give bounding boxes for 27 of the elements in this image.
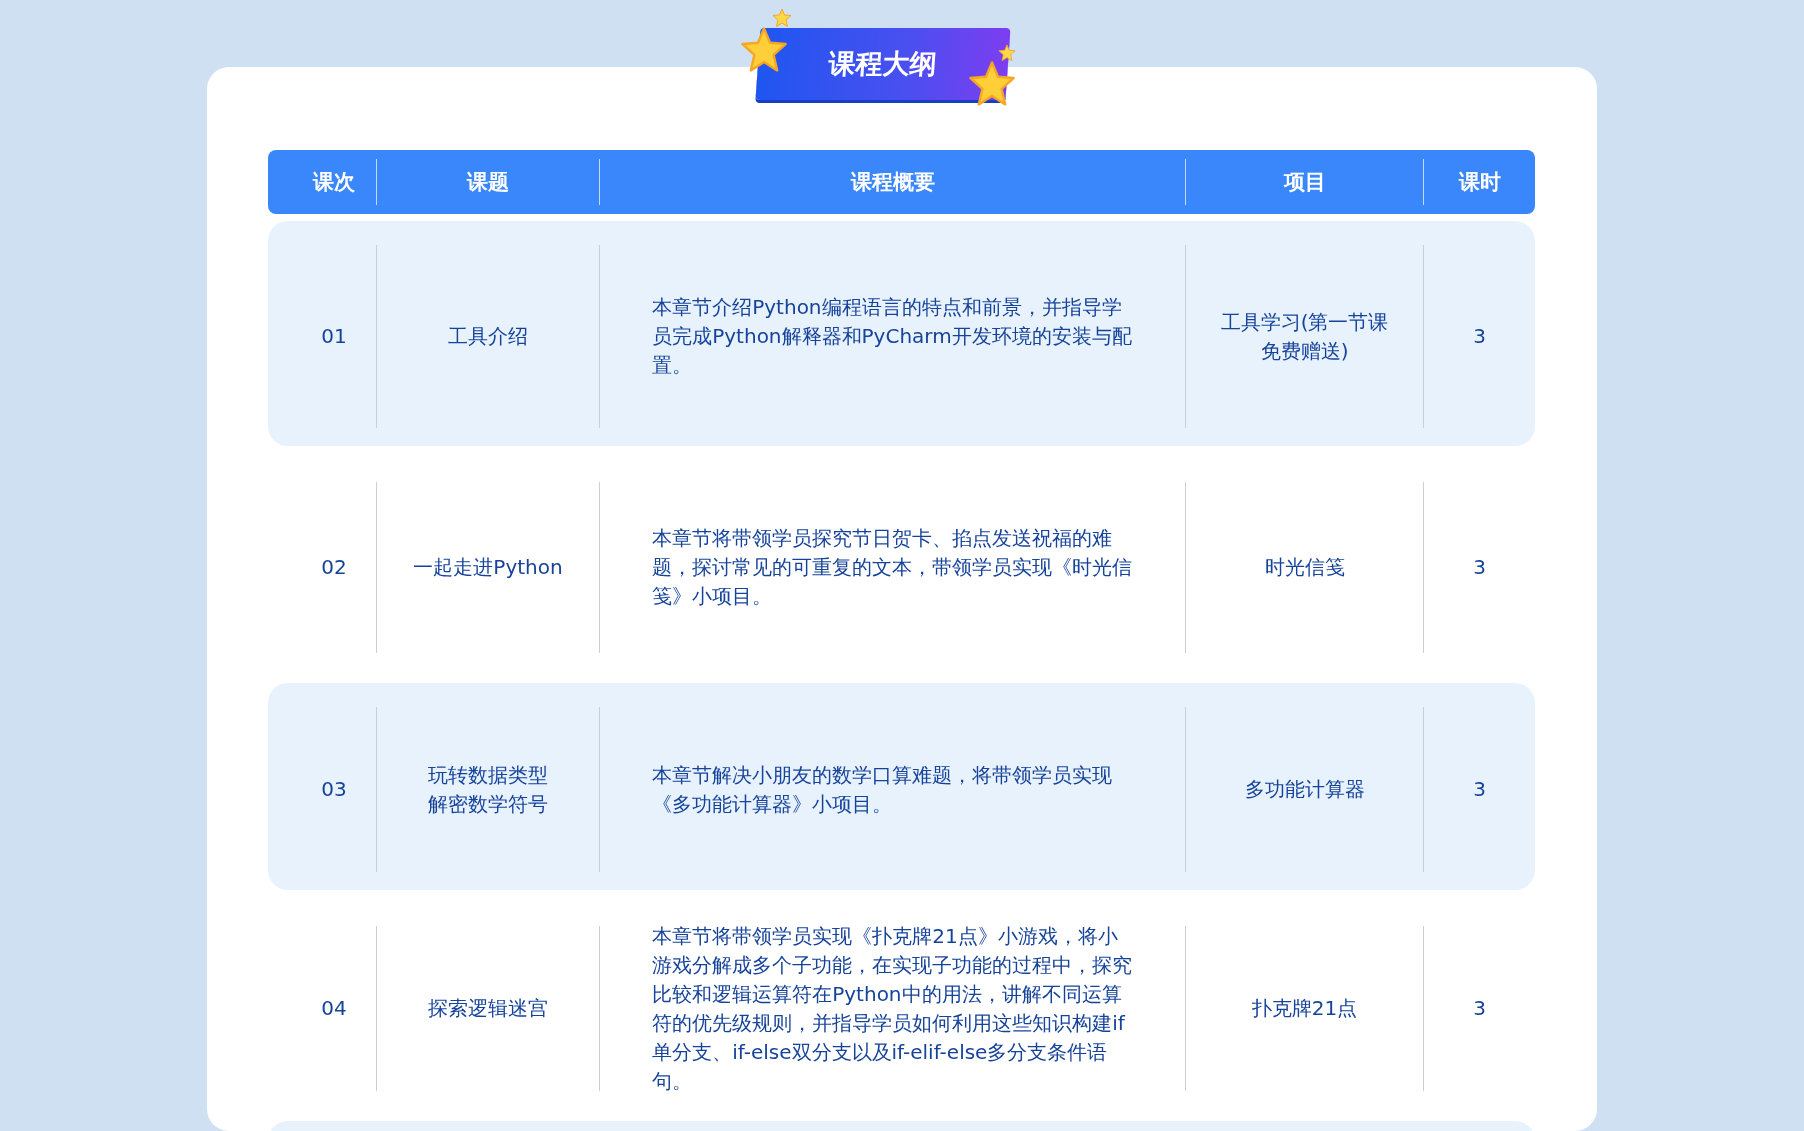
table-cell-text: 一起走进Python: [413, 554, 563, 581]
table-cell-text: 本章节将带领学员探究节日贺卡、掐点发送祝福的难题，探讨常见的可重复的文本，带领学员实现《时光信笺》小项目。: [652, 525, 1134, 610]
table-cell-text: 时光信笺: [1264, 554, 1345, 581]
table-cell-text: 多功能计算器: [1244, 776, 1365, 803]
table-cell-text: 3: [1473, 776, 1486, 803]
table-cell-text: 03: [321, 776, 347, 803]
table-cell-text: 本章节介绍Python编程语言的特点和前景，并指导学员完成Python解释器和PyCharm开发环境的安装与配置。: [652, 294, 1133, 379]
column-header: 课题: [375, 159, 599, 205]
table-cell-text: 本章节解决小朋友的数学口算难题，将带领学员实现《多功能计算器》小项目。: [652, 761, 1114, 818]
table-cell-text: 解密数学符号: [428, 790, 548, 818]
table-cell-text: 01: [321, 323, 347, 350]
table-cell-text: 本章节将带领学员实现《扑克牌21点》小游戏，将小游戏分解成多个子功能，在实现子功能的过程中，探究比较和逻辑运算符在Python中的用法，讲解不同运算符的优先级规则，并指导学员如何利用这些知识构建if单分支、if-else双分支以及if-elif-else多分支条件语句。: [652, 922, 1134, 1095]
banner-title: 课程大纲: [755, 28, 1011, 100]
column-header: 课程概要: [599, 159, 1186, 205]
table-cell-text: 02: [321, 554, 347, 581]
table-cell-text: 3: [1473, 554, 1486, 581]
column-header: 课次: [311, 169, 356, 196]
table-cell-text: 工具学习(第一节课免费赠送): [1219, 308, 1390, 365]
table-cell-text: 探索逻辑迷宫: [428, 995, 548, 1022]
table-cell-text: 工具介绍: [448, 323, 528, 350]
column-header: 项目: [1185, 159, 1424, 205]
table-cell-text: 3: [1473, 995, 1486, 1022]
column-header: 课时: [1423, 159, 1535, 205]
table-cell-text: 3: [1473, 323, 1486, 350]
table-cell-text: 玩转数据类型: [428, 761, 548, 789]
table-cell-text: 扑克牌21点: [1251, 995, 1358, 1022]
table-cell-text: 04: [321, 995, 347, 1022]
